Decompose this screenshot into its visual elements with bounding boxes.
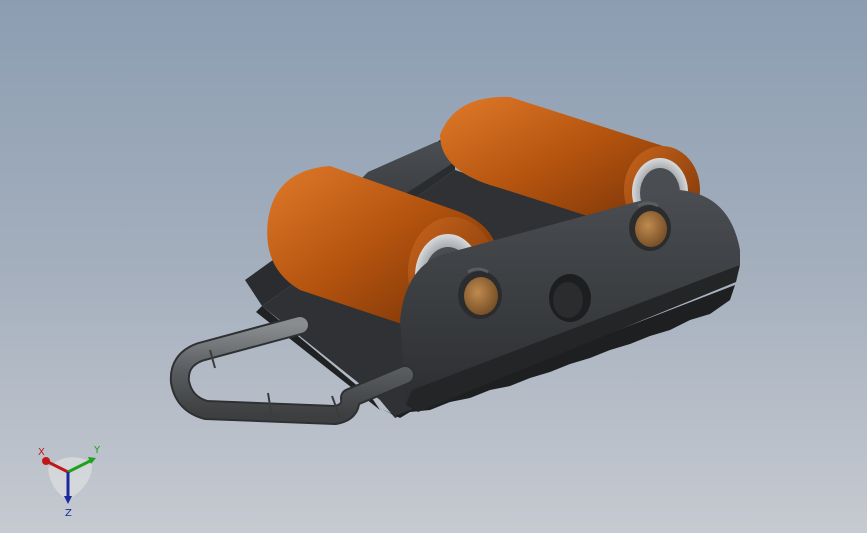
x-axis-label: X bbox=[38, 447, 45, 458]
z-axis-tip bbox=[64, 496, 72, 504]
view-orientation-triad[interactable]: X Y Z bbox=[30, 440, 110, 520]
y-axis-label: Y bbox=[93, 445, 101, 456]
x-axis-tip bbox=[42, 457, 50, 465]
machine-skate-3d-model[interactable] bbox=[0, 0, 867, 533]
z-axis-label: Z bbox=[65, 508, 72, 519]
graphics-viewport[interactable]: X Y Z bbox=[0, 0, 867, 533]
